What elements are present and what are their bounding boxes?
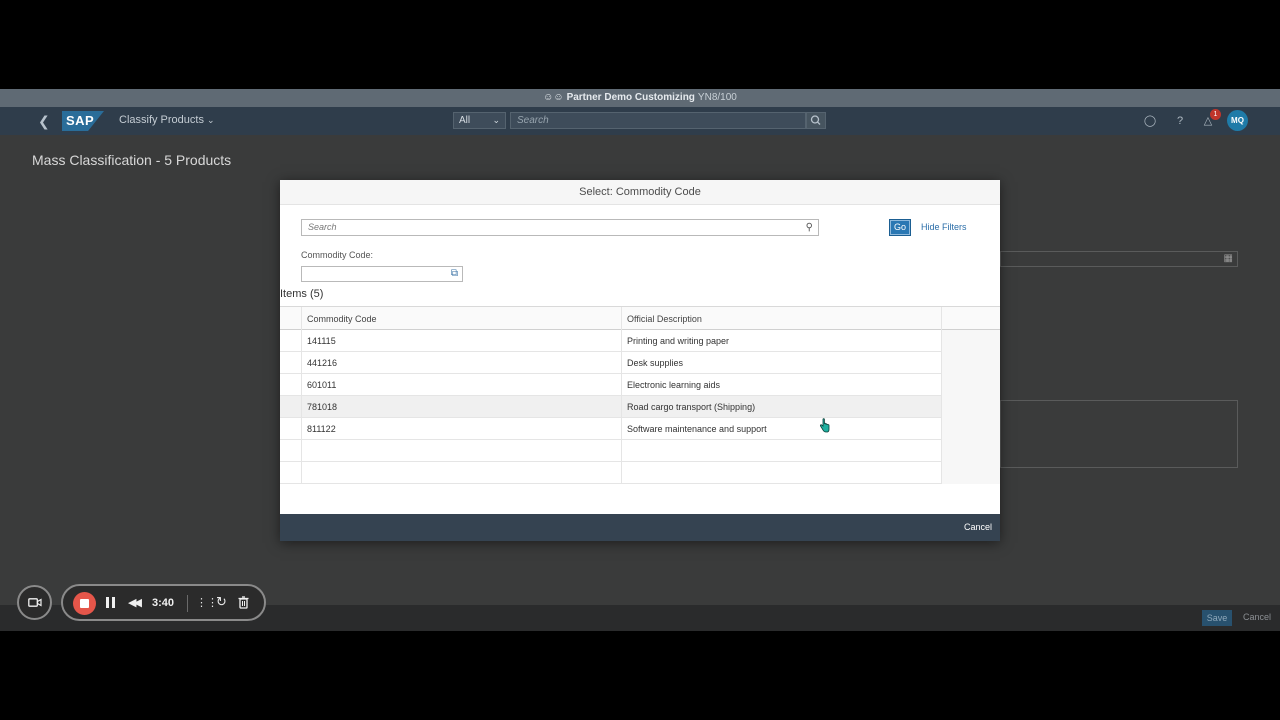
cell-commodity-code: 781018 bbox=[302, 396, 622, 418]
empty-cell bbox=[622, 462, 942, 484]
go-button[interactable]: Go bbox=[889, 219, 911, 236]
camera-toggle-button[interactable] bbox=[17, 585, 52, 620]
table-row[interactable]: 811122 Software maintenance and support bbox=[280, 418, 1000, 440]
select-all-cell bbox=[280, 307, 302, 331]
commodity-code-label: Commodity Code: bbox=[301, 250, 374, 260]
page-title: Mass Classification - 5 Products bbox=[32, 152, 232, 168]
row-selector[interactable] bbox=[280, 396, 302, 418]
calendar-icon: ▦ bbox=[1223, 253, 1233, 264]
cell-official-description: Desk supplies bbox=[622, 352, 942, 374]
hide-filters-link[interactable]: Hide Filters bbox=[921, 222, 967, 232]
headset-icon[interactable]: ◯ bbox=[1142, 113, 1158, 129]
recording-timer: 3:40 bbox=[152, 597, 175, 609]
column-header-official-description[interactable]: Official Description bbox=[622, 307, 942, 331]
empty-cell bbox=[622, 440, 942, 462]
cell-commodity-code: 141115 bbox=[302, 330, 622, 352]
empty-cell bbox=[302, 440, 622, 462]
video-camera-icon bbox=[28, 598, 42, 607]
table-header-row: Commodity Code Official Description bbox=[280, 306, 1000, 331]
row-selector[interactable] bbox=[280, 352, 302, 374]
background-text-area bbox=[1000, 400, 1238, 468]
value-help-icon[interactable]: ⧉ bbox=[451, 268, 458, 279]
chevron-down-icon: ⌄ bbox=[492, 115, 500, 125]
search-scope-value: All bbox=[459, 115, 471, 126]
cell-commodity-code: 601011 bbox=[302, 374, 622, 396]
sap-logo[interactable]: SAP bbox=[62, 111, 104, 131]
pause-button[interactable] bbox=[106, 597, 116, 609]
global-search-button[interactable] bbox=[806, 112, 826, 129]
footer-cancel-button[interactable]: Cancel bbox=[1243, 612, 1271, 622]
people-icon: ☺☺ bbox=[543, 92, 564, 103]
shell-header: ❮ SAP Classify Products ⌄ All ⌄ Search ◯ ?… bbox=[0, 107, 1280, 135]
window-title-bar: ☺☺ Partner Demo Customizing YN8/100 bbox=[0, 89, 1280, 107]
system-id: YN8/100 bbox=[697, 92, 737, 103]
app-title: Classify Products bbox=[119, 114, 204, 126]
dialog-search-placeholder: Search bbox=[308, 222, 337, 232]
restart-icon[interactable]: ↻ bbox=[216, 594, 227, 610]
table-row[interactable]: 601011 Electronic learning aids bbox=[280, 374, 1000, 396]
cell-commodity-code: 811122 bbox=[302, 418, 622, 440]
window-title: Partner Demo Customizing bbox=[566, 92, 695, 103]
empty-table-row bbox=[280, 440, 1000, 462]
commodity-code-dialog: Select: Commodity Code Search ⚲ Go Hide F… bbox=[280, 180, 1000, 541]
rewind-button[interactable]: ◀◀ bbox=[128, 596, 142, 609]
cell-official-description: Printing and writing paper bbox=[622, 330, 942, 352]
row-selector bbox=[280, 462, 302, 484]
user-avatar[interactable]: MQ bbox=[1227, 110, 1248, 131]
dialog-footer: Cancel bbox=[280, 514, 1000, 541]
cell-official-description: Electronic learning aids bbox=[622, 374, 942, 396]
row-selector[interactable] bbox=[280, 374, 302, 396]
pause-icon bbox=[112, 597, 115, 608]
stop-icon bbox=[80, 599, 89, 608]
dialog-title: Select: Commodity Code bbox=[280, 180, 1000, 205]
table-row[interactable]: 781018 Road cargo transport (Shipping) bbox=[280, 396, 1000, 418]
column-header-commodity-code[interactable]: Commodity Code bbox=[302, 307, 622, 331]
table-row[interactable]: 441216 Desk supplies bbox=[280, 352, 1000, 374]
drag-grid-icon[interactable]: ⋮⋮ bbox=[196, 596, 218, 609]
help-icon[interactable]: ? bbox=[1172, 113, 1188, 129]
screen: { "window": { "title": "Partner Demo Cus… bbox=[0, 0, 1280, 720]
search-scope-select[interactable]: All ⌄ bbox=[453, 112, 506, 129]
notification-badge: 1 bbox=[1210, 109, 1221, 120]
table-row[interactable]: 141115 Printing and writing paper bbox=[280, 330, 1000, 352]
row-selector bbox=[280, 440, 302, 462]
global-search-input[interactable]: Search bbox=[510, 112, 806, 129]
app-title-menu[interactable]: Classify Products ⌄ bbox=[119, 114, 215, 126]
toolbar-divider bbox=[187, 595, 188, 612]
commodity-table: Commodity Code Official Description 1411… bbox=[280, 306, 1000, 484]
background-date-field: ▦ bbox=[1000, 251, 1238, 267]
empty-table-row bbox=[280, 462, 1000, 484]
cell-official-description: Software maintenance and support bbox=[622, 418, 942, 440]
back-arrow-icon[interactable]: ❮ bbox=[38, 113, 50, 130]
cell-commodity-code: 441216 bbox=[302, 352, 622, 374]
column-header-spacer bbox=[942, 307, 1000, 331]
dialog-cancel-button[interactable]: Cancel bbox=[964, 522, 992, 532]
row-selector[interactable] bbox=[280, 418, 302, 440]
row-selector[interactable] bbox=[280, 330, 302, 352]
recorder-toolbar: ◀◀ 3:40 ⋮⋮ ↻ bbox=[61, 584, 266, 621]
dialog-search-input[interactable]: Search ⚲ bbox=[301, 219, 819, 236]
items-count-title: Items (5) bbox=[280, 288, 324, 300]
pause-icon bbox=[106, 597, 109, 608]
save-button[interactable]: Save bbox=[1202, 610, 1232, 626]
search-icon[interactable]: ⚲ bbox=[806, 220, 813, 235]
trash-icon[interactable] bbox=[238, 596, 249, 614]
cell-official-description: Road cargo transport (Shipping) bbox=[622, 396, 942, 418]
empty-cell bbox=[302, 462, 622, 484]
hand-cursor-icon bbox=[819, 418, 830, 433]
search-icon bbox=[810, 115, 821, 125]
table-side-spacer bbox=[942, 330, 1000, 484]
commodity-code-input[interactable]: ⧉ bbox=[301, 266, 463, 282]
stop-recording-button[interactable] bbox=[73, 592, 96, 615]
chevron-down-icon: ⌄ bbox=[206, 115, 215, 125]
